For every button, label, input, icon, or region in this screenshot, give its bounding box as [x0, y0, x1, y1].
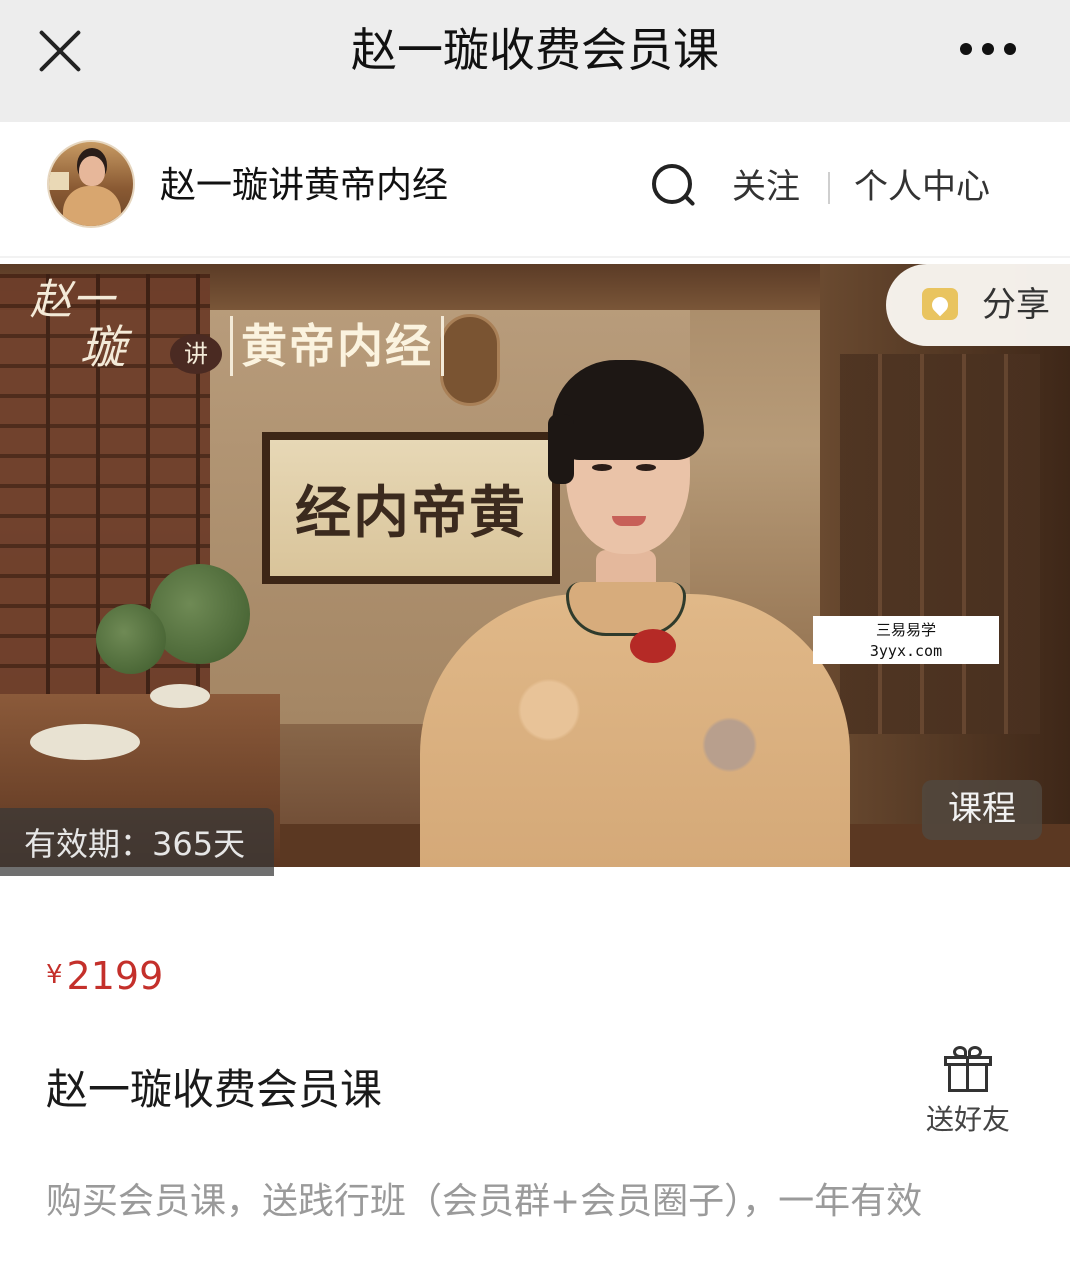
product-description: 购买会员课，送践行班（会员群+会员圈子），一年有效	[46, 1181, 923, 1222]
gift-icon	[944, 1046, 992, 1092]
more-dots-icon[interactable]	[956, 40, 1020, 58]
calligraphy-text: 经内帝黄	[295, 479, 527, 546]
validity-text: 有效期：365天	[24, 825, 246, 863]
price: ¥2199	[46, 950, 163, 1002]
validity-badge: 有效期：365天	[0, 808, 274, 876]
personal-center-link[interactable]: 个人中心	[854, 164, 990, 210]
share-label: 分享	[982, 285, 1050, 325]
share-icon	[922, 288, 958, 320]
course-banner-image[interactable]: 经内帝黄 赵一 璇 讲 黄帝内经	[0, 264, 1070, 867]
gift-to-friend-button[interactable]: 送好友	[920, 1044, 1016, 1144]
gift-label: 送好友	[925, 1103, 1010, 1136]
watermark: 三易易学 3yyx.com	[813, 616, 999, 664]
shop-name[interactable]: 赵一璇讲黄帝内经	[160, 162, 448, 210]
follow-button[interactable]: 关注	[732, 164, 800, 210]
product-title: 赵一璇收费会员课	[46, 1065, 383, 1114]
price-value: 2199	[66, 954, 164, 998]
price-currency: ¥	[46, 960, 63, 990]
search-icon[interactable]	[650, 162, 696, 208]
page-title: 赵一璇收费会员课	[351, 23, 719, 77]
calligraphy-board: 经内帝黄	[262, 432, 560, 584]
share-button[interactable]: 分享	[886, 264, 1070, 346]
shop-avatar[interactable]	[47, 140, 135, 228]
course-logo: 赵一 璇 讲 黄帝内经	[30, 278, 460, 388]
course-type-badge: 课程	[922, 780, 1042, 840]
shop-header: 赵一璇讲黄帝内经 关注 个人中心	[0, 122, 1070, 258]
top-nav-bar: 赵一璇收费会员课	[0, 0, 1070, 122]
header-divider	[828, 172, 830, 204]
